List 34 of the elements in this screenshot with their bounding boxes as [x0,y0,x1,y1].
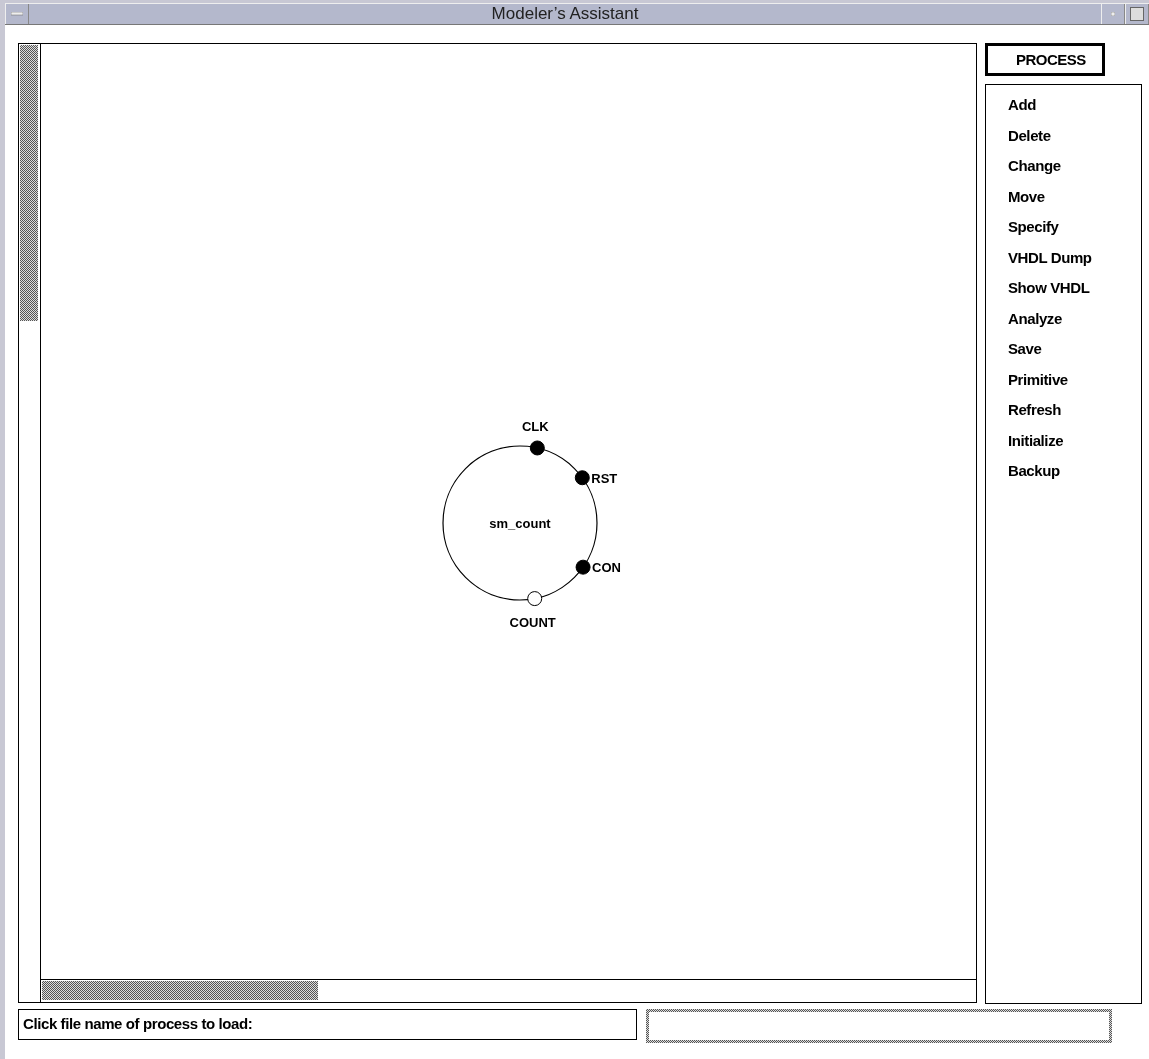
port-dot[interactable] [529,440,545,456]
port-label: CLK [521,418,549,434]
prompt-text: Click file name of process to load: [18,1009,637,1040]
menu-item[interactable]: Initialize [1008,430,1064,461]
maximize-button[interactable] [1125,4,1149,24]
menu-item[interactable]: Refresh [1008,400,1062,431]
menu-item[interactable]: Show VHDL [1008,278,1090,309]
scrollbar-thumb[interactable] [42,981,318,1000]
port-dot[interactable] [527,591,543,607]
input-field[interactable] [646,1009,1112,1043]
menu-item[interactable]: Change [1008,156,1061,187]
window-menu-button[interactable] [5,4,29,24]
menu-item[interactable]: Specify [1008,217,1059,248]
port-label: CON [592,560,621,576]
menu-icon [11,12,23,16]
minimize-icon [1111,12,1115,16]
port-label: COUNT [509,614,556,630]
window-title: Modeler’s Assistant [491,4,639,24]
port-dot[interactable] [574,470,590,486]
menu-item[interactable]: Primitive [1008,369,1068,400]
menu-item[interactable]: Backup [1008,461,1060,492]
process-name: sm_count [489,516,551,531]
port-dot[interactable] [575,559,591,575]
minimize-button[interactable] [1101,4,1125,24]
menu-item[interactable]: VHDL Dump [1008,247,1092,278]
scrollbar-thumb[interactable] [20,45,38,321]
port-label: RST [591,470,618,486]
menu-item[interactable]: Add [1008,95,1036,126]
maximize-icon [1130,7,1144,21]
menu-item[interactable]: Save [1008,339,1042,370]
mode-button[interactable]: PROCESS [985,43,1105,76]
menu-item[interactable]: Analyze [1008,308,1062,339]
menu-item[interactable]: Delete [1008,125,1051,156]
menu-item[interactable]: Move [1008,186,1045,217]
